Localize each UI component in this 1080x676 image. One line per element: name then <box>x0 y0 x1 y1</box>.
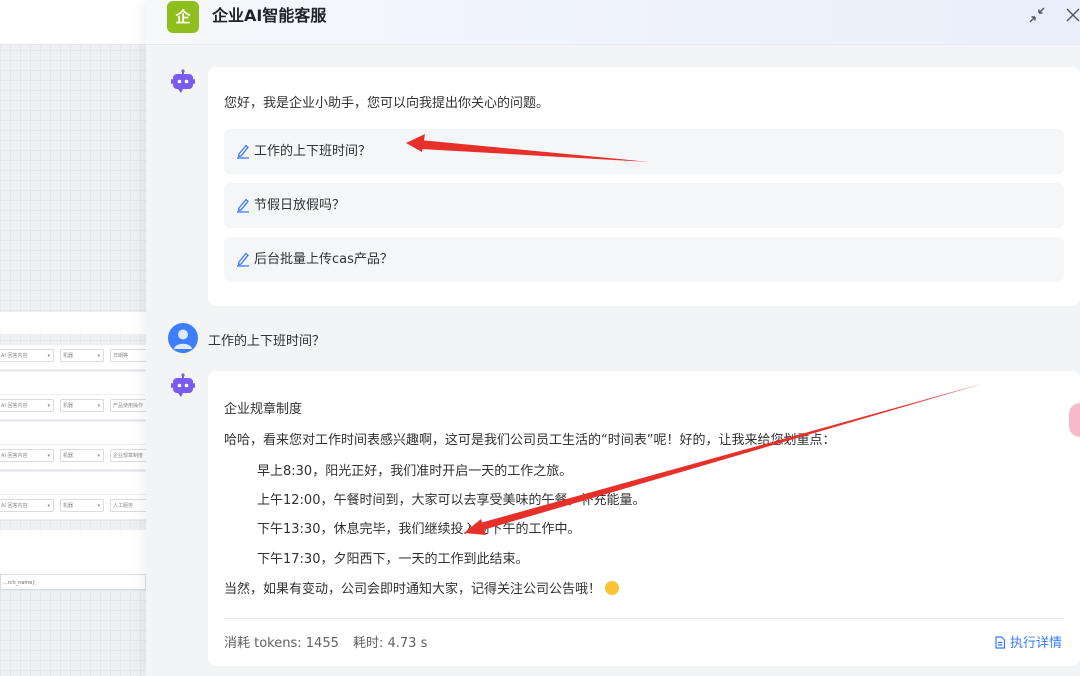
source-select[interactable]: AI 回答内容 ▾ <box>0 449 54 462</box>
category-select[interactable]: 日期等 <box>110 349 150 362</box>
answer-card: 企业规章制度 哈哈，看来您对工作时间表感兴趣啊，这可是我们公司员工生活的“时间表… <box>208 371 1080 666</box>
type-select[interactable]: 机器 ▾ <box>60 499 104 512</box>
elapsed-time: 耗时: 4.73 s <box>353 636 428 651</box>
schedule-item: 下午17:30，夕阳西下，一天的工作到此结束。 <box>257 552 529 567</box>
category-select[interactable]: 产品使用操作 <box>110 399 150 412</box>
source-select[interactable]: AI 回答内容 ▾ <box>0 499 54 512</box>
background-band <box>0 472 146 494</box>
schedule-item: 上午12:00，午餐时间到，大家可以去享受美味的午餐，补充能量。 <box>257 493 646 508</box>
user-icon <box>174 329 192 349</box>
floating-assistant-button[interactable] <box>1069 403 1080 437</box>
close-icon <box>1066 8 1080 22</box>
welcome-card: 您好，我是企业小助手，您可以向我提出你关心的问题。 工作的上下班时间？ 节假日放… <box>208 67 1080 306</box>
background-band <box>0 422 146 444</box>
execution-detail-label: 执行详情 <box>1009 636 1062 651</box>
greeting-text: 您好，我是企业小助手，您可以向我提出你关心的问题。 <box>224 96 550 111</box>
minimize-button[interactable] <box>1026 4 1048 26</box>
pencil-icon <box>237 252 249 267</box>
table-row: AI 回答内容 ▾ 机器 ▾ 产品使用操作 <box>0 394 150 420</box>
answer-closing-line: 当然，如果有变动，公司会即时通知大家，记得关注公司公告哦！ <box>224 578 620 597</box>
source-select[interactable]: AI 回答内容 ▾ <box>0 399 54 412</box>
suggestion-item[interactable]: 工作的上下班时间？ <box>224 129 1064 174</box>
table-row: AI 回答内容 ▾ 机器 ▾ 人工服务 <box>0 494 150 520</box>
user-message: 工作的上下班时间？ <box>208 334 326 349</box>
source-select[interactable]: AI 回答内容 ▾ <box>0 349 54 362</box>
type-select[interactable]: 机器 ▾ <box>60 449 104 462</box>
close-button[interactable] <box>1062 4 1080 26</box>
answer-category: 企业规章制度 <box>224 402 303 417</box>
answer-intro: 哈哈，看来您对工作时间表感兴趣啊，这可是我们公司员工生活的“时间表”呢！好的，让… <box>224 433 836 448</box>
smile-emoji-icon <box>605 581 620 595</box>
background-band <box>0 312 146 334</box>
suggestion-label: 工作的上下班时间？ <box>254 144 372 159</box>
background-band <box>0 552 146 574</box>
suggestion-item[interactable]: 节假日放假吗？ <box>224 183 1064 228</box>
table-row: AI 回答内容 ▾ 机器 ▾ 日期等 <box>0 344 150 370</box>
token-count: 消耗 tokens: 1455 <box>224 636 339 651</box>
collapse-icon <box>1029 7 1045 23</box>
robot-icon <box>171 69 195 93</box>
category-select[interactable]: 人工服务 <box>110 499 150 512</box>
type-select[interactable]: 机器 ▾ <box>60 399 104 412</box>
name-input[interactable]: ...rch_name} <box>0 574 146 590</box>
suggestion-label: 节假日放假吗？ <box>254 198 346 213</box>
execution-detail-link[interactable]: 执行详情 <box>994 632 1062 651</box>
schedule-item: 下午13:30，休息完毕，我们继续投入到下午的工作中。 <box>257 522 581 537</box>
suggestion-item[interactable]: 后台批量上传cas产品？ <box>224 237 1064 282</box>
background-band <box>0 372 146 394</box>
user-avatar <box>168 323 198 353</box>
pencil-icon <box>237 198 249 213</box>
schedule-item: 早上8:30，阳光正好，我们准时开启一天的工作之旅。 <box>257 464 573 479</box>
answer-meta: 消耗 tokens: 1455 耗时: 4.73 s <box>224 632 437 651</box>
app-logo: 企 <box>167 1 199 33</box>
type-select[interactable]: 机器 ▾ <box>60 349 104 362</box>
robot-icon <box>171 373 195 397</box>
divider <box>224 618 1064 619</box>
chat-title: 企业AI智能客服 <box>212 6 327 25</box>
chat-header: 企 企业AI智能客服 <box>146 0 1080 45</box>
answer-closing: 当然，如果有变动，公司会即时通知大家，记得关注公司公告哦！ <box>224 582 602 597</box>
table-row: AI 回答内容 ▾ 机器 ▾ 企业规章制度 <box>0 444 150 470</box>
document-icon <box>995 636 1006 649</box>
background-band <box>0 530 146 552</box>
pencil-icon <box>237 144 249 159</box>
category-select[interactable]: 企业规章制度 <box>110 449 150 462</box>
background-topbar <box>0 0 146 45</box>
suggestion-label: 后台批量上传cas产品？ <box>254 252 393 267</box>
background-app: AI 回答内容 ▾ 机器 ▾ 日期等 AI 回答内容 ▾ 机器 ▾ 产品使用操作 AI … <box>0 0 150 676</box>
chat-panel: 企 企业AI智能客服 您好，我是企业小助手，您可以向我提出你关心的问题。 工作的… <box>146 0 1080 676</box>
